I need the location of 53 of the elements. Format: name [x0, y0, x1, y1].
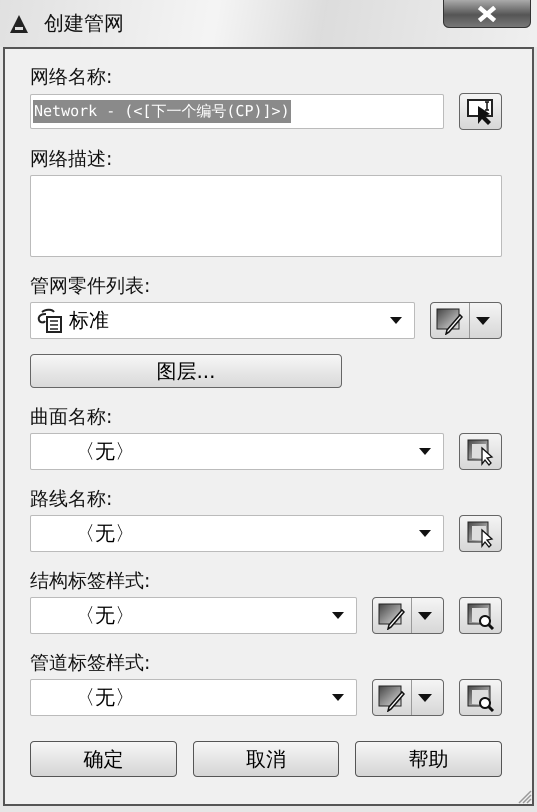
dropdown-value: 〈无〉 — [75, 438, 135, 465]
edit-style-icon — [435, 306, 465, 334]
window-title: 创建管网 — [44, 10, 124, 37]
edit-style-icon — [377, 684, 407, 712]
dialog-button[interactable]: 确定 — [30, 741, 177, 777]
field-label: 路线名称: — [30, 487, 114, 511]
caret-icon — [332, 694, 344, 701]
caret-icon — [419, 530, 431, 537]
dropdown-field[interactable]: 〈无〉 — [30, 679, 357, 716]
dropdown-value: 〈无〉 — [75, 520, 135, 547]
caret-icon — [332, 612, 344, 619]
pick-button[interactable] — [459, 433, 502, 470]
field-label: 曲面名称: — [30, 405, 114, 429]
dialog-button[interactable]: 帮助 — [355, 741, 502, 777]
layer-button[interactable]: 图层... — [30, 354, 342, 388]
dialog-button[interactable]: 取消 — [192, 741, 340, 777]
field-label: 网络描述: — [30, 147, 114, 171]
dropdown-value: 〈无〉 — [75, 684, 135, 711]
pick-cursor-icon — [466, 98, 496, 126]
magnifier-icon — [466, 684, 496, 712]
dropdown-field[interactable]: 标准 — [30, 302, 415, 339]
pick-cursor-icon — [466, 438, 496, 466]
magnifier-icon — [466, 602, 496, 630]
description-field[interactable] — [30, 175, 502, 257]
pick-cursor-icon — [466, 520, 496, 548]
field-value: Network - (<[下一个编号(CP)]>) — [33, 100, 291, 123]
caret-icon — [418, 612, 432, 620]
browse-button[interactable] — [459, 597, 502, 634]
dropdown-field[interactable]: 〈无〉 — [30, 433, 444, 470]
edit-style-button[interactable] — [372, 597, 444, 634]
close-icon — [476, 6, 498, 22]
dropdown-field[interactable]: 〈无〉 — [30, 515, 444, 552]
field-label: 网络名称: — [30, 65, 114, 89]
dropdown-value: 标准 — [69, 307, 109, 334]
field-label: 管道标签样式: — [30, 651, 152, 675]
field-label: 结构标签样式: — [30, 569, 152, 593]
edit-style-icon — [377, 602, 407, 630]
app-logo-icon — [8, 12, 30, 34]
caret-icon — [476, 316, 490, 324]
caret-icon — [418, 694, 432, 702]
pick-button[interactable] — [459, 515, 502, 552]
pick-text-button[interactable] — [459, 93, 502, 130]
field-label: 管网零件列表: — [30, 274, 152, 298]
dropdown-field[interactable]: 〈无〉 — [30, 597, 357, 634]
resize-grip-icon — [516, 788, 532, 804]
edit-style-button[interactable] — [372, 679, 444, 716]
caret-icon — [419, 448, 431, 455]
dropdown-value: 〈无〉 — [75, 602, 135, 629]
parts-list-icon — [35, 308, 65, 334]
caret-icon — [390, 317, 402, 324]
close-button[interactable] — [443, 0, 531, 28]
edit-style-button[interactable] — [430, 302, 502, 339]
browse-button[interactable] — [459, 679, 502, 716]
